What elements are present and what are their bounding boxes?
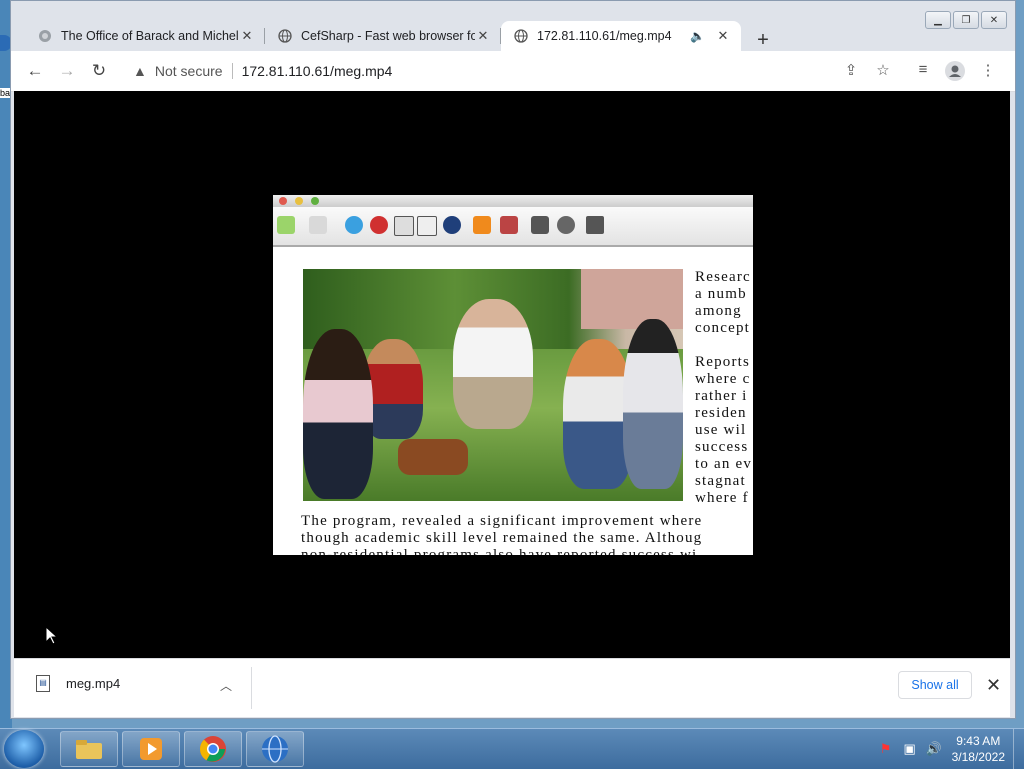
video-refresh-icon [345,216,363,234]
volume-icon[interactable]: 🔊 [926,741,942,757]
globe-icon [277,28,293,44]
clock-time: 9:43 AM [956,734,1001,748]
download-item[interactable]: ▤ meg.mp4 [36,675,120,692]
video-green-dot [311,197,319,205]
omnibox-divider [231,63,233,79]
video-print-icon [500,216,518,234]
tab-title: The Office of Barack and Michelle [61,29,239,43]
windows-taskbar: ⚑ ▣ 🔊 9:43 AM 3/18/2022 [0,728,1024,769]
video-viewport: Researc a numb among concept Reports whe… [14,91,1010,658]
photo-student-right [623,319,683,489]
taskbar-globe-app[interactable] [246,731,304,767]
taskbar-media-player[interactable] [122,731,180,767]
chrome-icon [199,736,226,762]
maximize-button[interactable]: ❐ [953,11,979,29]
tab-meg-mp4[interactable]: 172.81.110.61/meg.mp4 🔈 ✕ [501,21,741,51]
mouse-cursor-icon [45,626,59,645]
start-button[interactable] [4,730,44,768]
tab-cefsharp[interactable]: CefSharp - Fast web browser for ✕ [265,21,501,51]
video-text-bottom: The program, revealed a significant impr… [301,513,703,555]
security-label[interactable]: Not secure [155,63,223,79]
share-icon[interactable]: ⇪ [840,61,862,79]
minimize-button[interactable]: ▁ [925,11,951,29]
video-player[interactable]: Researc a numb among concept Reports whe… [273,195,753,555]
close-download-shelf-icon[interactable]: ✕ [986,675,1001,696]
back-button[interactable]: ← [23,60,47,82]
video-browser-toolbar [273,207,753,247]
new-tab-button[interactable]: + [753,29,773,52]
video-yellow-dot [295,197,303,205]
video-forward-icon [309,216,327,234]
video-rss-icon [473,216,491,234]
taskbar-explorer[interactable] [60,731,118,767]
video-globe-icon [443,216,461,234]
show-desktop-button[interactable] [1013,729,1024,769]
chevron-up-icon[interactable]: ︿ [220,677,232,694]
file-icon: ▤ [36,675,50,692]
video-stop-icon [370,216,388,234]
close-window-button[interactable]: ✕ [981,11,1007,29]
media-player-icon [140,738,162,760]
profile-avatar-icon[interactable] [944,61,966,85]
tab-close-icon[interactable]: ✕ [239,28,255,44]
url-text[interactable]: 172.81.110.61/meg.mp4 [242,63,393,79]
network-icon[interactable]: ▣ [902,741,918,757]
download-shelf: ▤ meg.mp4 ︿ Show all ✕ [14,658,1010,717]
video-window-titlebar [273,195,753,207]
photo-student-left [303,329,373,499]
video-page-icon [394,216,414,236]
browser-toolbar: ← → ↻ ▲ Not secure 172.81.110.61/meg.mp4… [11,51,1015,92]
tab-barack-obama[interactable]: The Office of Barack and Michelle ✕ [25,21,265,51]
bookmark-star-icon[interactable]: ☆ [872,61,894,79]
tab-close-icon[interactable]: ✕ [715,28,731,44]
window-controls: ▁ ❐ ✕ [925,11,1007,29]
taskbar-clock[interactable]: 9:43 AM 3/18/2022 [952,733,1005,765]
photo-bag [398,439,468,475]
media-control-icon[interactable]: ≡ [912,61,934,78]
browser-window: The Office of Barack and Michelle ✕ CefS… [10,0,1016,719]
video-photo-students [303,269,683,501]
video-text-right-column: Researc a numb among concept Reports whe… [695,269,753,506]
download-filename[interactable]: meg.mp4 [66,676,120,691]
tab-close-icon[interactable]: ✕ [475,28,491,44]
audio-playing-icon[interactable]: 🔈 [690,29,705,43]
folder-icon [76,740,102,759]
forward-button[interactable]: → [55,60,79,82]
video-home-icon [586,216,604,234]
video-lock-icon [531,216,549,234]
video-back-icon [277,216,295,234]
action-center-flag-icon[interactable]: ⚑ [878,741,894,757]
warning-icon[interactable]: ▲ [133,63,147,79]
seal-icon [37,28,53,44]
video-red-dot [279,197,287,205]
video-save-icon [417,216,437,236]
video-gear-icon [557,216,575,234]
tab-title: 172.81.110.61/meg.mp4 [537,29,672,43]
photo-building [581,269,683,329]
globe-app-icon [262,735,288,763]
menu-kebab-icon[interactable]: ⋮ [977,61,999,79]
clock-date: 3/18/2022 [951,750,1005,764]
show-all-button[interactable]: Show all [898,671,972,699]
system-tray: ⚑ ▣ 🔊 9:43 AM 3/18/2022 [874,729,1024,769]
tab-strip: The Office of Barack and Michelle ✕ CefS… [11,13,1015,51]
photo-teacher [453,299,533,429]
taskbar-chrome[interactable] [184,731,242,767]
reload-button[interactable]: ↻ [87,60,111,82]
download-divider [251,667,252,709]
tab-title: CefSharp - Fast web browser for [301,29,475,43]
globe-icon [513,28,529,44]
